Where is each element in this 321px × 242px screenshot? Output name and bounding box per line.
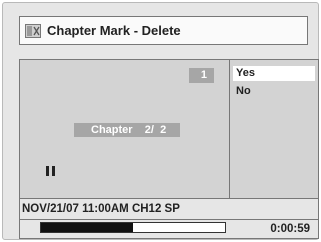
chapter-mark-icon xyxy=(25,23,41,38)
recording-info: NOV/21/07 11:00AM CH12 SP xyxy=(19,199,319,219)
page-title: Chapter Mark - Delete xyxy=(47,23,181,38)
title-bar: Chapter Mark - Delete xyxy=(19,16,308,45)
confirm-menu: Yes No xyxy=(230,60,318,198)
main-panel: 1 Chapter 2/ 2 Yes No xyxy=(19,59,319,199)
progress-fill xyxy=(41,223,133,232)
chapter-number-badge: 1 xyxy=(189,68,214,83)
progress-bar xyxy=(40,222,226,233)
menu-item-no[interactable]: No xyxy=(233,84,315,99)
menu-item-yes[interactable]: Yes xyxy=(233,66,315,81)
dvd-menu-screen: Chapter Mark - Delete 1 Chapter 2/ 2 Yes… xyxy=(2,2,319,240)
chapter-indicator: Chapter 2/ 2 xyxy=(74,123,180,137)
playback-bar: 0:00:59 xyxy=(19,219,319,239)
video-preview: 1 Chapter 2/ 2 xyxy=(20,60,230,198)
elapsed-time: 0:00:59 xyxy=(270,223,310,235)
pause-icon xyxy=(46,166,55,176)
